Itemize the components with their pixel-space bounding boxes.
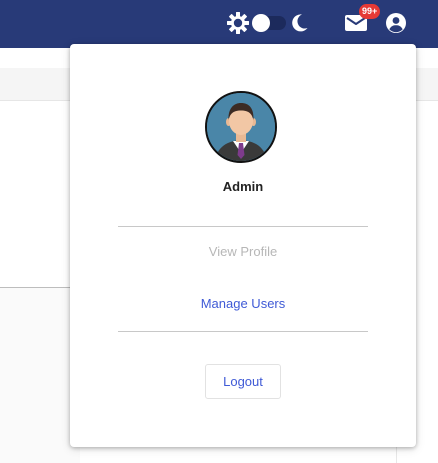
notification-badge: 99+: [359, 4, 381, 19]
user-avatar: [205, 91, 277, 163]
sun-gear-icon[interactable]: [227, 12, 249, 34]
logout-button[interactable]: Logout: [205, 364, 281, 399]
background-panel: [0, 288, 80, 463]
moon-icon[interactable]: [289, 13, 309, 33]
user-menu-dropdown: Admin View Profile Manage Users Logout: [70, 44, 416, 447]
theme-toggle-switch[interactable]: [250, 13, 290, 33]
menu-divider-bottom: [118, 331, 368, 332]
menu-divider-top: [118, 226, 368, 227]
view-profile-link[interactable]: View Profile: [70, 244, 416, 259]
manage-users-link[interactable]: Manage Users: [70, 296, 416, 311]
businessman-avatar-icon: [207, 93, 275, 161]
background-divider: [0, 287, 80, 288]
account-circle-icon[interactable]: [385, 12, 407, 34]
user-name: Admin: [222, 179, 264, 194]
